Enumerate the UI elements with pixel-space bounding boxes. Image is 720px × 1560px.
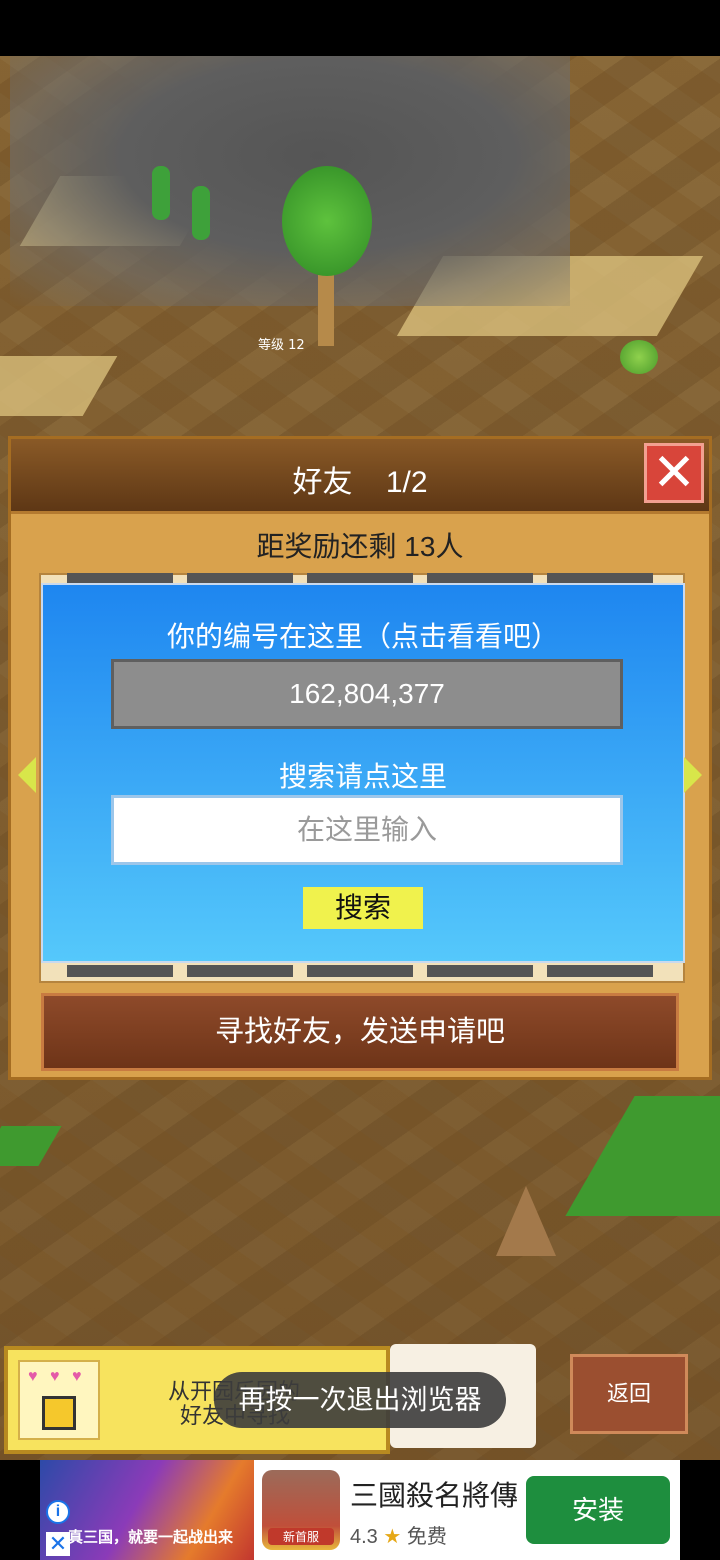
install-button[interactable]: 安装 (526, 1476, 670, 1544)
mascot-face-icon (42, 1396, 76, 1430)
prev-page-arrow-icon[interactable] (18, 757, 36, 793)
dialog-header: 好友 1/2 ✕ (11, 439, 709, 514)
dialog-title: 好友 1/2 (292, 466, 428, 499)
cactus (192, 186, 210, 240)
next-page-arrow-icon[interactable] (684, 757, 702, 793)
palm-tree (282, 166, 372, 276)
friends-dialog: 好友 1/2 ✕ 距奖励还剩 13人 你的编号在这里（点击看看吧） 162,80… (8, 436, 712, 1080)
search-button[interactable]: 搜索 (303, 887, 423, 929)
heart-icon: ♥ (28, 1368, 38, 1385)
reward-remaining-text: 距奖励还剩 13人 (256, 531, 464, 562)
shelf (427, 965, 533, 977)
level-tag: 等级 12 (258, 338, 305, 353)
my-id-label: 你的编号在这里（点击看看吧） (166, 621, 559, 652)
cactus (152, 166, 170, 220)
fog-area (10, 56, 570, 306)
ad-banner-text: 真三国，就要一起战出来 (68, 1529, 234, 1546)
close-icon[interactable]: ✕ (644, 443, 704, 503)
back-button[interactable]: 返回 (570, 1354, 688, 1434)
status-bar (0, 0, 720, 56)
ad-banner[interactable]: 真三国，就要一起战出来 i ✕ 新首服 三國殺名將傳 4.3 ★ 免费 安装 (40, 1460, 680, 1560)
star-icon: ★ (383, 1526, 402, 1548)
ad-info-icon[interactable]: i (46, 1500, 70, 1524)
ad-image[interactable]: 真三国，就要一起战出来 (40, 1460, 254, 1560)
find-friends-button[interactable]: 寻找好友，发送申请吧 (41, 993, 679, 1071)
shelf (187, 965, 293, 977)
shelf (67, 965, 173, 977)
bush (620, 340, 658, 374)
search-input[interactable] (111, 795, 623, 865)
grass-tile (565, 1096, 720, 1216)
sand-tile (0, 356, 118, 416)
shelf (547, 965, 653, 977)
shelf (307, 965, 413, 977)
heart-icon: ♥ (50, 1368, 60, 1385)
mascot-icon: ♥ ♥ ♥ (18, 1360, 100, 1440)
ad-close-icon[interactable]: ✕ (46, 1532, 70, 1556)
my-id-value[interactable]: 162,804,377 (111, 659, 623, 729)
grass-tile (0, 1126, 62, 1166)
friend-id-panel: 你的编号在这里（点击看看吧） 162,804,377 搜索请点这里 搜索 (41, 583, 685, 963)
rock (496, 1186, 556, 1256)
app-icon-badge: 新首服 (268, 1528, 334, 1545)
heart-icon: ♥ (72, 1368, 82, 1385)
search-label: 搜索请点这里 (278, 761, 447, 792)
ad-app-title[interactable]: 三國殺名將傳 (350, 1474, 518, 1514)
ad-rating: 4.3 ★ 免费 (350, 1526, 447, 1548)
exit-toast: 再按一次退出浏览器 (214, 1372, 506, 1428)
